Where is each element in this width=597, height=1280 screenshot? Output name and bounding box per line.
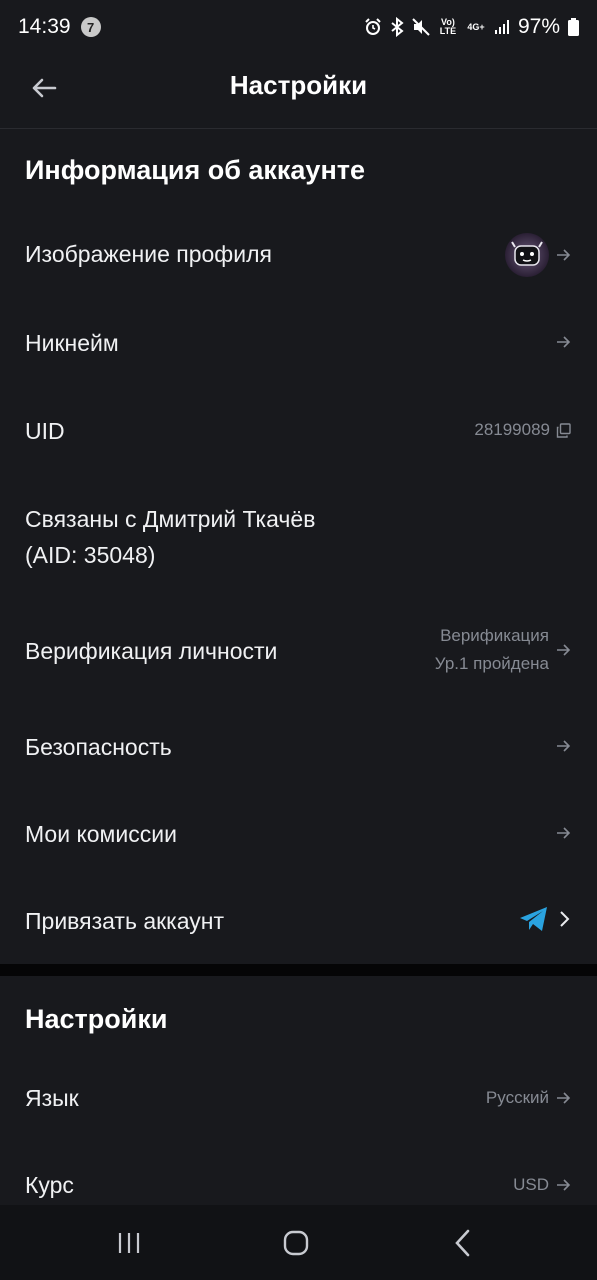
section-title: Настройки: [25, 1004, 168, 1034]
row-label: Изображение профиля: [25, 241, 272, 267]
security-row[interactable]: Безопасность: [0, 728, 597, 768]
right-arrow-icon: [557, 1092, 571, 1104]
volte-label: Vo) LTE: [439, 17, 457, 36]
bluetooth-icon: [391, 17, 404, 37]
battery-icon: [568, 18, 579, 36]
row-label: Никнейм: [25, 330, 119, 356]
right-arrow-icon: [557, 1179, 571, 1191]
my-fees-row[interactable]: Мои комиссии: [0, 816, 597, 856]
row-label: Курс: [25, 1172, 74, 1198]
uid-row: UID 28199089: [0, 413, 597, 453]
row-right: [555, 334, 571, 350]
row-label: Верификация личности: [25, 638, 278, 664]
status-left: 14:39 7: [18, 15, 101, 39]
row-right: Верификация Ур.1 пройдена: [435, 622, 571, 678]
row-right: [505, 233, 571, 277]
row-right: [555, 825, 571, 841]
language-value: Русский: [485, 1088, 549, 1107]
verification-status: Верификация Ур.1 пройдена: [435, 622, 549, 678]
row-label: Привязать аккаунт: [25, 908, 225, 934]
section-divider: [0, 964, 597, 976]
row-right: [519, 906, 571, 932]
link-account-row[interactable]: Привязать аккаунт: [0, 903, 597, 943]
network-type-label: 4G+: [467, 21, 485, 32]
linked-account-row: Связаны с Дмитрий Ткачёв (AID: 35048): [0, 498, 597, 578]
language-row[interactable]: Язык Русский: [0, 1080, 597, 1120]
row-label: Безопасность: [25, 734, 172, 760]
system-nav-bar: [0, 1205, 597, 1280]
settings-section: Настройки Язык Русский Курс USD: [0, 976, 597, 1205]
alarm-icon: [365, 18, 381, 35]
profile-image-row[interactable]: Изображение профиля: [0, 226, 597, 286]
right-arrow-icon: [557, 336, 571, 348]
back-icon[interactable]: [447, 1227, 479, 1259]
right-arrow-icon: [557, 249, 571, 261]
section-title: Информация об аккаунте: [25, 155, 365, 185]
verification-status-line2: Ур.1 пройдена: [434, 654, 549, 673]
row-label: UID: [25, 418, 65, 444]
rate-value: USD: [513, 1175, 549, 1194]
row-right: Русский: [486, 1088, 571, 1108]
app-header: Настройки: [0, 54, 597, 129]
uid-value: 28199089: [474, 420, 550, 439]
battery-percent: 97%: [517, 15, 560, 38]
row-right: 28199089: [474, 420, 571, 440]
notification-count-badge: 7: [80, 17, 101, 37]
chevron-right-icon: [560, 911, 570, 927]
mute-icon: [412, 18, 430, 36]
nickname-row[interactable]: Никнейм: [0, 324, 597, 364]
linked-label-line2: (AID: 35048): [25, 542, 156, 568]
row-label: Мои комиссии: [25, 821, 177, 847]
recent-apps-icon[interactable]: [113, 1227, 145, 1259]
status-bar: 14:39 7 Vo) LTE 4G+ 97%: [0, 0, 597, 54]
account-info-section: Информация об аккаунте Изображение профи…: [0, 130, 597, 964]
signal-icon: [494, 20, 509, 34]
home-icon[interactable]: [280, 1227, 312, 1259]
row-right: [555, 738, 571, 754]
identity-verification-row[interactable]: Верификация личности Верификация Ур.1 пр…: [0, 620, 597, 684]
row-right: USD: [513, 1175, 571, 1195]
copy-icon[interactable]: [556, 422, 571, 438]
status-time: 14:39: [18, 15, 71, 38]
linked-label-line1: Связаны с Дмитрий Ткачёв: [25, 506, 316, 532]
telegram-icon[interactable]: [519, 906, 549, 932]
right-arrow-icon: [557, 644, 571, 656]
right-arrow-icon: [557, 827, 571, 839]
verification-status-line1: Верификация: [440, 626, 549, 645]
row-label: Язык: [25, 1085, 79, 1111]
avatar: [505, 233, 549, 277]
rate-row[interactable]: Курс USD: [0, 1167, 597, 1207]
right-arrow-icon: [557, 740, 571, 752]
page-title: Настройки: [229, 70, 368, 100]
status-right: Vo) LTE 4G+ 97%: [364, 15, 579, 39]
